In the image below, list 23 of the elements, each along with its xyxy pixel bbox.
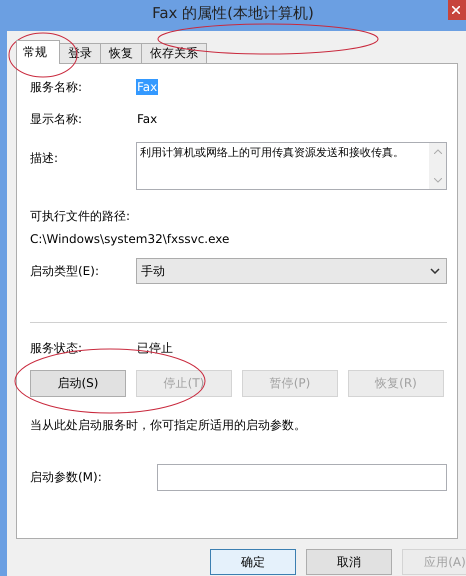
field-value: Fax	[136, 111, 158, 127]
startup-type-dropdown[interactable]: 手动	[136, 258, 447, 284]
parameters-field[interactable]	[157, 464, 447, 491]
field-label: 启动类型(E):	[30, 262, 100, 280]
dialog-button[interactable]: 取消	[306, 549, 392, 575]
dialog-button[interactable]: 确定	[210, 549, 296, 575]
field-value: Fax	[136, 79, 158, 95]
field-label: 服务名称:	[30, 78, 84, 96]
service-button[interactable]: 启动(S)	[30, 370, 126, 397]
tab[interactable]: 恢复	[100, 43, 142, 63]
path-value: C:\Windows\system32\fxssvc.exe	[30, 232, 230, 246]
chevron-icon	[430, 268, 440, 274]
close-icon	[452, 6, 460, 14]
hint-text: 当从此处启动服务时，你可指定所适用的启动参数。	[30, 417, 307, 434]
field-label: 显示名称:	[30, 110, 84, 128]
scroll-bar[interactable]	[429, 143, 446, 189]
window-title: Fax 的属性(本地计算机)	[152, 4, 314, 23]
tab[interactable]: 依存关系	[141, 43, 207, 63]
path-label: 可执行文件的路径:	[30, 208, 132, 225]
field-label: 启动参数(M):	[30, 469, 103, 486]
tab[interactable]: 常规	[16, 40, 60, 64]
description-box[interactable]: 利用计算机或网络上的可用传真资源发送和接收传真。	[136, 142, 447, 190]
field-label: 描述:	[30, 150, 60, 167]
